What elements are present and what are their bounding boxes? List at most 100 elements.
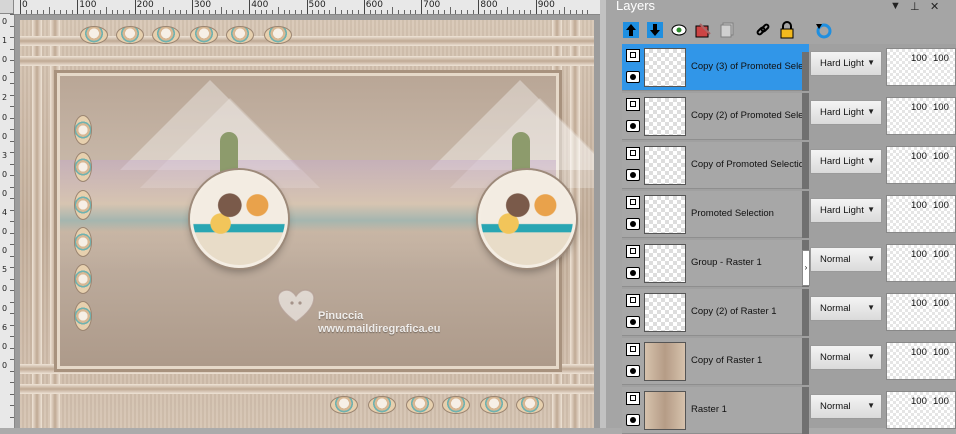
image-canvas[interactable]: Pinuccia www.maildiregrafica.eu [20, 20, 594, 428]
ruler-minor-tick [254, 10, 256, 14]
opacity-field[interactable]: 100 100 [886, 244, 956, 282]
ruler-minor-tick [283, 10, 285, 14]
layer-name[interactable]: Copy of Raster 1 [691, 355, 802, 366]
visibility-eye-icon[interactable] [626, 120, 640, 132]
ruler-tick-label: 0 [2, 55, 8, 65]
ruler-minor-tick [300, 10, 302, 14]
layer-type-icon[interactable] [626, 98, 640, 111]
blend-mode-dropdown[interactable]: Hard Light ▼ [810, 149, 882, 174]
lock-layer-icon[interactable] [776, 19, 798, 41]
ruler-minor-tick [10, 209, 14, 211]
ruler-minor-tick [398, 10, 400, 14]
ruler-minor-tick [83, 10, 85, 14]
horizontal-ruler: 0 100 200 300 400 500 600 700 800 900 [14, 0, 600, 15]
layer-type-icon[interactable] [626, 343, 640, 356]
ruler-minor-tick [128, 10, 130, 14]
layer-row[interactable]: Copy (2) of Raster 1 [622, 289, 802, 336]
blend-mode-dropdown[interactable]: Normal ▼ [810, 345, 882, 370]
layer-name[interactable]: Copy of Promoted Selection [691, 159, 802, 170]
ruler-minor-tick [237, 10, 239, 14]
layer-name[interactable]: Copy (2) of Raster 1 [691, 306, 802, 317]
deco-circle [74, 190, 92, 220]
canvas-area[interactable]: 0 100 200 300 400 500 600 700 800 900 01002003004… [0, 0, 600, 428]
visibility-eye-icon[interactable] [626, 267, 640, 279]
blend-mode-dropdown[interactable]: Hard Light ▼ [810, 100, 882, 125]
layer-type-icon[interactable] [626, 147, 640, 160]
deco-circle [442, 396, 470, 414]
opacity-value-2: 100 [933, 298, 949, 309]
layer-name[interactable]: Copy (2) of Promoted Selection [691, 110, 802, 121]
layer-type-icon[interactable] [626, 294, 640, 307]
duplicate-layer-icon[interactable] [716, 19, 738, 41]
opacity-value-2: 100 [933, 200, 949, 211]
opacity-field[interactable]: 100 100 [886, 342, 956, 380]
ruler-minor-tick [71, 10, 73, 14]
visibility-eye-icon[interactable] [626, 71, 640, 83]
layer-row[interactable]: Group - Raster 1 [622, 240, 802, 287]
blend-mode-dropdown[interactable]: Hard Light ▼ [810, 198, 882, 223]
layer-name[interactable]: Raster 1 [691, 404, 802, 415]
blend-mode-dropdown[interactable]: Normal ▼ [810, 394, 882, 419]
new-vector-layer-icon[interactable] [644, 19, 666, 41]
blend-mode-dropdown[interactable]: Normal ▼ [810, 247, 882, 272]
opacity-field[interactable]: 100 100 [886, 48, 956, 86]
ruler-minor-tick [541, 10, 543, 14]
opacity-field[interactable]: 100 100 [886, 293, 956, 331]
link-layers-icon[interactable] [752, 19, 774, 41]
layer-row[interactable]: Copy (3) of Promoted Selection [622, 44, 802, 91]
opacity-value: 100 [911, 53, 927, 64]
visibility-eye-icon[interactable] [626, 316, 640, 328]
opacity-field[interactable]: 100 100 [886, 97, 956, 135]
panel-collapse-tab[interactable]: › [802, 250, 810, 286]
layer-row[interactable]: Promoted Selection [622, 191, 802, 238]
layer-thumbnail [644, 146, 686, 185]
ruler-minor-tick [42, 10, 44, 14]
opacity-field[interactable]: 100 100 [886, 146, 956, 184]
ruler-minor-tick [512, 10, 514, 14]
ruler-minor-tick [403, 10, 405, 14]
layer-name[interactable]: Group - Raster 1 [691, 257, 802, 268]
vertical-ruler: 0 1 0 0 2 0 0 3 0 0 4 0 0 5 0 0 6 0 0 [0, 14, 15, 428]
deco-circle [516, 396, 544, 414]
refresh-icon[interactable] [812, 19, 834, 41]
layer-type-icon[interactable] [626, 392, 640, 405]
ruler-minor-tick [564, 7, 566, 14]
layer-list: Copy (3) of Promoted Selection Hard Light… [622, 44, 956, 434]
layer-name[interactable]: Promoted Selection [691, 208, 802, 219]
blend-mode-dropdown[interactable]: Normal ▼ [810, 296, 882, 321]
layer-name[interactable]: Copy (3) of Promoted Selection [691, 61, 802, 72]
ruler-minor-tick [163, 7, 165, 14]
layer-type-icon[interactable] [626, 49, 640, 62]
layer-divider [802, 191, 809, 238]
ruler-minor-tick [518, 10, 520, 14]
layer-row[interactable]: Copy (2) of Promoted Selection [622, 93, 802, 140]
visibility-eye-icon[interactable] [626, 414, 640, 426]
visibility-eye-icon[interactable] [626, 365, 640, 377]
ruler-minor-tick [10, 313, 14, 314]
ruler-tick-label: 200 [136, 0, 154, 10]
opacity-field[interactable]: 100 100 [886, 391, 956, 429]
close-icon[interactable]: ✕ [930, 0, 939, 13]
opacity-field[interactable]: 100 100 [886, 195, 956, 233]
new-adjustment-layer-icon[interactable] [692, 19, 714, 41]
blend-mode-dropdown[interactable]: Hard Light ▼ [810, 51, 882, 76]
ruler-minor-tick [380, 10, 382, 14]
layer-type-icon[interactable] [626, 245, 640, 258]
layer-row[interactable]: Copy of Raster 1 [622, 338, 802, 385]
new-raster-layer-icon[interactable] [620, 19, 642, 41]
visibility-eye-icon[interactable] [626, 169, 640, 181]
new-mask-layer-icon[interactable] [668, 19, 690, 41]
layer-row[interactable]: Raster 1 [622, 387, 802, 434]
ruler-corner [0, 0, 14, 14]
visibility-eye-icon[interactable] [626, 218, 640, 230]
ruler-minor-tick [340, 10, 342, 14]
ruler-tick [363, 0, 365, 14]
ruler-minor-tick [335, 7, 337, 14]
layer-row[interactable]: Copy of Promoted Selection [622, 142, 802, 189]
ruler-minor-tick [289, 10, 291, 14]
deco-circle [80, 26, 108, 44]
panel-menu-icon[interactable]: ▼ [890, 0, 901, 12]
ruler-minor-tick [466, 10, 468, 14]
layer-type-icon[interactable] [626, 196, 640, 209]
pin-icon[interactable]: ⊥ [910, 0, 920, 13]
